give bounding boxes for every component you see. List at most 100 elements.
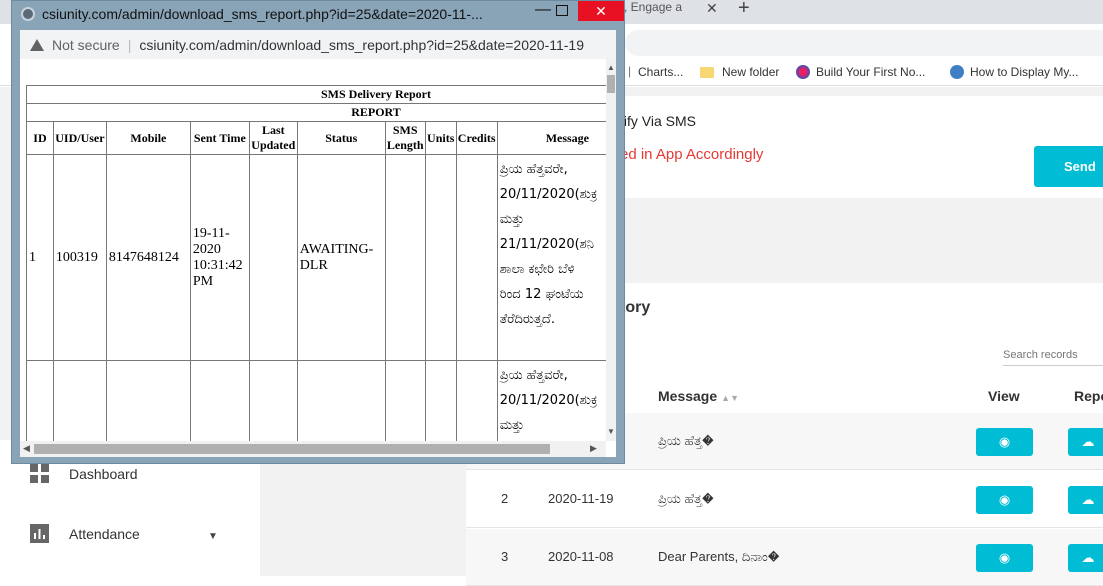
notify-title: tify Via SMS [620,113,696,129]
row-message: ಪ್ರಿಯ ಹೆತ್ತ� [658,433,714,448]
header-mobile: Mobile [105,121,191,155]
header-credits: Credits [455,121,498,155]
row-date: 2020-11-19 [548,491,614,506]
search-records-input[interactable] [1003,344,1103,366]
cloud-download-icon: ☁ [1081,550,1095,565]
row-message: Dear Parents, ದಿನಾಂ� [658,549,780,564]
view-button[interactable]: ◉ [976,428,1033,456]
cell-sent-time: 19-11-2020 10:31:42 PM [189,154,250,361]
view-button[interactable]: ◉ [976,544,1033,572]
cell-message: ಪ್ರಿಯ ಹೆತ್ತವರೇ, 20/11/2020(ಶುಕ್ರ ಮತ್ತು 2… [496,154,616,361]
report-download-button[interactable]: ☁ [1068,428,1103,456]
cell-credits [455,154,498,361]
scroll-up-icon[interactable]: ▲ [607,63,615,72]
url-separator: | [127,36,132,53]
close-icon[interactable]: ✕ [578,1,624,21]
warning-icon [30,38,44,51]
horizontal-scroll-thumb[interactable] [34,444,550,454]
eye-icon: ◉ [998,434,1011,449]
sidebar-item-label: Attendance [69,525,140,542]
cell-status: AWAITING-DLR [296,154,386,361]
header-units: Units [424,121,457,155]
popup-url-bar[interactable]: Not secure | csiunity.com/admin/download… [20,30,616,59]
new-tab-icon[interactable]: + [738,0,750,20]
cell-sms-length [384,154,426,361]
cell-mobile: 8147648124 [105,154,191,361]
report-subheading-row: REPORT [26,103,616,122]
header-last-updated: Last Updated [248,121,298,155]
sidebar-item-attendance[interactable]: Attendance [30,524,140,543]
column-header-label: Message [658,388,718,404]
message-line: 21/11/2020(ಶನಿ [499,237,595,252]
notify-warning-text: ed in App Accordingly [620,146,764,163]
column-header-message[interactable]: Message ▲▼ [658,388,739,404]
dashboard-icon [30,464,49,483]
table-row: 3 2020-11-08 Dear Parents, ದಿನಾಂ� ◉ ☁ [466,529,1103,586]
popup-window-title: csiunity.com/admin/download_sms_report.p… [42,6,483,22]
message-line: ತೆರೆದಿರುತ್ತದೆ. [499,312,555,327]
row-index: 3 [501,549,509,564]
sidebar-item-dashboard[interactable]: Dashboard [30,464,138,483]
column-header-report: Repo [1074,388,1103,404]
security-label: Not secure [52,36,120,53]
cell-units [424,154,457,361]
caret-down-icon[interactable]: ▼ [208,531,218,542]
report-subheading: REPORT [26,103,616,122]
message-line: ಮತ್ತು [499,212,525,227]
table-row: 2 2020-11-19 ಪ್ರಿಯ ಹೆತ್ತ� ◉ ☁ [466,471,1103,528]
site-favicon-icon [21,7,35,21]
bookmark-label: How to Display My... [970,65,1079,79]
bookmark-how-to-display[interactable]: How to Display My... [950,65,1078,79]
view-button[interactable]: ◉ [976,486,1033,514]
send-button[interactable]: Send [1034,146,1103,187]
vertical-scrollbar[interactable]: ▲ ▼ [606,59,616,441]
maximize-icon[interactable] [556,5,568,16]
report-heading-row: SMS Delivery Report [26,85,616,104]
report-download-button[interactable]: ☁ [1068,486,1103,514]
sort-icon: ▲▼ [721,393,739,403]
bookmark-new-folder[interactable]: New folder [700,65,779,79]
cloud-download-icon: ☁ [1081,492,1095,507]
cloud-download-icon: ☁ [1081,434,1095,449]
message-line: 20/11/2020(ಶುಕ್ರ [499,187,598,202]
sms-report-table: SMS Delivery Report REPORT ID UID/User M… [26,85,616,457]
scroll-right-icon[interactable]: ▶ [590,443,597,454]
report-heading: SMS Delivery Report [26,85,616,104]
bookmark-build-first[interactable]: Build Your First No... [796,65,925,79]
header-status: Status [296,121,386,155]
header-message: Message [496,121,616,155]
folder-icon [700,66,714,78]
bookmark-charts[interactable]: Charts... [638,65,683,79]
site-icon [950,65,964,79]
background-omnibox[interactable] [625,30,1103,56]
message-line: ರಿಂದ 12 ಘಂಟೆಯ [499,287,584,302]
sidebar-item-label: Dashboard [69,465,138,482]
vertical-scroll-thumb[interactable] [607,75,615,93]
popup-url-text: csiunity.com/admin/download_sms_report.p… [139,36,584,53]
row-index: 2 [501,491,509,506]
popup-window: csiunity.com/admin/download_sms_report.p… [11,0,625,464]
scroll-down-icon[interactable]: ▼ [607,427,615,436]
report-download-button[interactable]: ☁ [1068,544,1103,572]
popup-content: SMS Delivery Report REPORT ID UID/User M… [20,59,616,457]
horizontal-scrollbar[interactable]: ◀ ▶ [20,441,606,457]
message-line: ಪ್ರಿಯ ಹೆತ್ತವರೇ, [499,162,568,177]
app-icon [796,65,810,79]
scroll-left-icon[interactable]: ◀ [23,443,30,454]
minimize-icon[interactable]: — [528,1,558,19]
header-id: ID [26,121,54,155]
tab-close-icon[interactable]: ✕ [706,0,718,17]
column-header-view: View [988,388,1020,404]
header-sent-time: Sent Time [189,121,250,155]
message-line: ಮತ್ತು [499,418,525,433]
message-line: 20/11/2020(ಶುಕ್ರ [499,393,598,408]
bookmark-label: Build Your First No... [816,65,926,79]
row-message: ಪ್ರಿಯ ಹೆತ್ತ� [658,491,714,506]
report-header-row: ID UID/User Mobile Sent Time Last Update… [26,121,616,155]
report-row: 1 100319 8147648124 19-11-2020 10:31:42 … [26,154,616,361]
cell-uid: 100319 [52,154,107,361]
popup-titlebar[interactable]: csiunity.com/admin/download_sms_report.p… [12,1,624,29]
header-sms-length: SMS Length [384,121,426,155]
bookmark-separator: | [628,64,632,78]
message-line: ಶಾಲಾ ಕಛೇರಿ ಬೆಳಿ [499,262,575,277]
